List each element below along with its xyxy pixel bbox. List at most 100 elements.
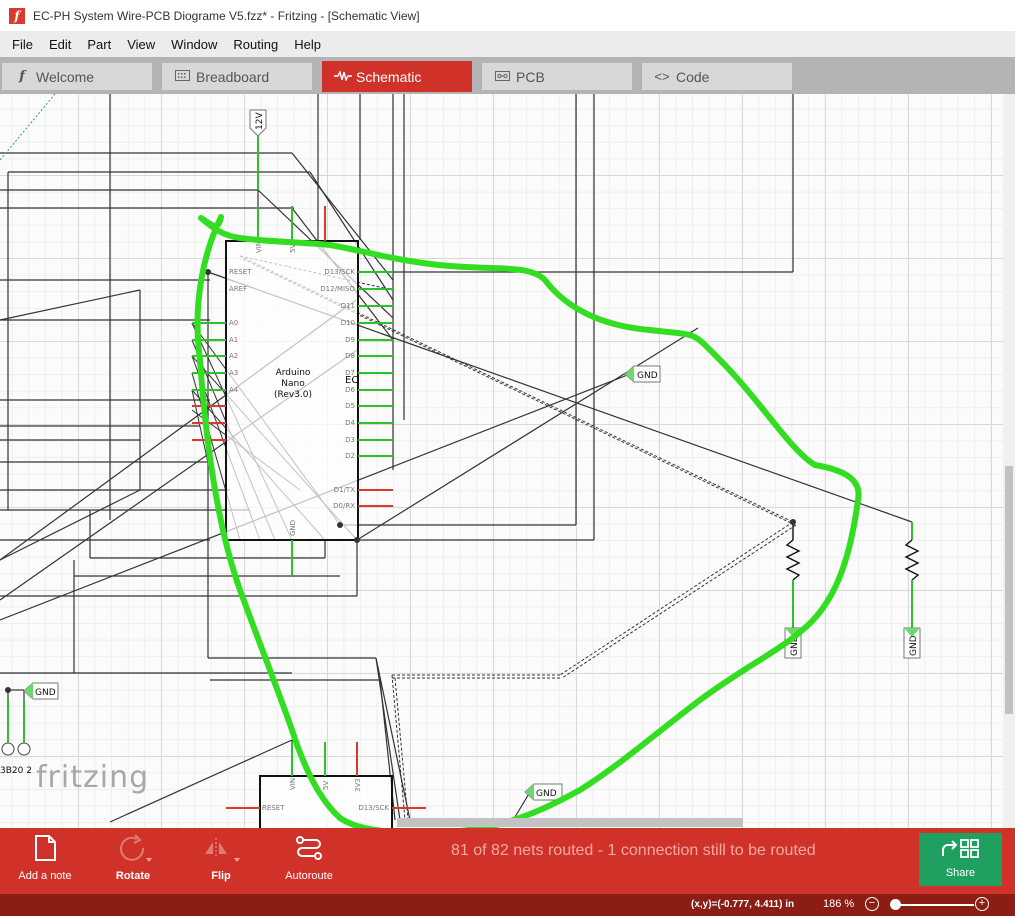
bottom-toolbar: Add a note Rotate Flip Autoroute 81 of 8… xyxy=(0,828,1015,894)
flip-icon xyxy=(186,834,256,866)
pin-label: D0/RX xyxy=(333,502,355,510)
tab-schematic-label: Schematic xyxy=(356,68,422,85)
menu-part[interactable]: Part xyxy=(79,37,119,52)
share-label: Share xyxy=(945,867,976,879)
rotate-button[interactable]: Rotate xyxy=(98,834,168,890)
menu-help[interactable]: Help xyxy=(286,37,329,52)
pin-label: A0 xyxy=(229,319,238,327)
menu-view[interactable]: View xyxy=(119,37,163,52)
resistor-r2[interactable] xyxy=(904,522,920,628)
horizontal-scroll-thumb[interactable] xyxy=(397,818,743,827)
menu-bar: File Edit Part View Window Routing Help xyxy=(0,31,1015,57)
pin-label: D2 xyxy=(345,452,355,460)
flip-button[interactable]: Flip xyxy=(186,834,256,890)
pin-label: 3V3 xyxy=(354,778,362,792)
pin-label: A3 xyxy=(229,369,238,377)
window-title: EC-PH System Wire-PCB Diograme V5.fzz* -… xyxy=(33,8,420,23)
power-label-12v[interactable]: 12V xyxy=(249,109,267,190)
fritzing-watermark: fritzing xyxy=(36,760,150,795)
note-icon xyxy=(10,834,80,866)
tab-schematic[interactable]: Schematic xyxy=(322,61,472,92)
ground-label[interactable]: GND xyxy=(524,783,563,801)
connector-partial[interactable]: 3B20 2 xyxy=(0,700,32,776)
pin-label: D6 xyxy=(345,386,355,394)
pin-label: D8 xyxy=(345,352,355,360)
status-bar: (x,y)=(-0.777, 4.411) in 186 % − + xyxy=(0,894,1015,916)
menu-window[interactable]: Window xyxy=(163,37,225,52)
routing-status: 81 of 82 nets routed - 1 connection stil… xyxy=(451,842,816,859)
pin-label: D9 xyxy=(345,336,355,344)
autoroute-label: Autoroute xyxy=(285,870,333,882)
net-label-text: GND xyxy=(35,688,56,698)
tab-breadboard[interactable]: Breadboard xyxy=(162,63,312,90)
tab-code-label: Code xyxy=(676,68,710,85)
code-brackets-icon: <> xyxy=(654,69,670,84)
flip-label: Flip xyxy=(211,870,231,882)
fritzing-logo-icon: f xyxy=(9,7,25,24)
share-button[interactable]: Share xyxy=(919,833,1002,886)
menu-routing[interactable]: Routing xyxy=(225,37,286,52)
pin-label: D4 xyxy=(345,419,355,427)
vertical-scrollbar[interactable] xyxy=(1003,94,1015,828)
pin-label: D13/SCK xyxy=(324,268,355,276)
resistor-r1[interactable] xyxy=(785,522,801,628)
pin-label: 5V xyxy=(322,781,330,790)
tab-welcome-label: Welcome xyxy=(36,68,95,85)
ground-label[interactable]: GND xyxy=(23,682,59,700)
breadboard-icon xyxy=(174,69,190,84)
schematic-canvas[interactable]: RESET AREF A0 A1 A2 A3 A4 D13/SCK D12/MI… xyxy=(0,94,1003,828)
pin-label: D3 xyxy=(345,436,355,444)
pin-label: AREF xyxy=(229,285,247,293)
schematic-drawing[interactable]: RESET AREF A0 A1 A2 A3 A4 D13/SCK D12/MI… xyxy=(0,94,1003,828)
zoom-out-button[interactable]: − xyxy=(865,897,879,911)
net-label-text: GND xyxy=(637,371,658,381)
pin-label: D10 xyxy=(341,319,355,327)
autoroute-button[interactable]: Autoroute xyxy=(274,834,344,890)
ground-label[interactable]: GND xyxy=(903,627,921,659)
menu-file[interactable]: File xyxy=(4,37,41,52)
cursor-coordinates: (x,y)=(-0.777, 4.411) in xyxy=(691,899,795,910)
tab-breadboard-label: Breadboard xyxy=(196,68,270,85)
wire-network[interactable] xyxy=(0,94,913,823)
zoom-slider[interactable] xyxy=(894,904,974,906)
rotate-label: Rotate xyxy=(115,870,151,882)
view-tab-bar: f Welcome Breadboard Schematic PCB <> Co… xyxy=(0,57,1015,94)
tab-code[interactable]: <> Code xyxy=(642,63,792,90)
menu-edit[interactable]: Edit xyxy=(41,37,79,52)
add-note-button[interactable]: Add a note xyxy=(10,834,80,890)
ground-label[interactable]: GND xyxy=(624,365,661,383)
pin-label: A2 xyxy=(229,352,238,360)
tab-pcb-label: PCB xyxy=(516,68,545,85)
zoom-level: 186 % xyxy=(823,898,855,910)
dotted-wire[interactable] xyxy=(0,94,56,161)
pin-label: A1 xyxy=(229,336,238,344)
part-label: 3B20 2 xyxy=(0,766,32,776)
fritzing-f-icon: f xyxy=(19,69,25,84)
net-label-text: GND xyxy=(909,635,919,656)
share-icon xyxy=(919,833,1002,865)
pin-label: VIN xyxy=(289,778,297,790)
pin-label: RESET xyxy=(229,268,252,276)
part-label-cut: EC xyxy=(345,375,358,386)
zoom-in-button[interactable]: + xyxy=(975,897,989,911)
part-title: (Rev3.0) xyxy=(274,390,312,400)
part-title: Arduino xyxy=(276,368,311,378)
part-title: Nano xyxy=(281,379,305,389)
schematic-wave-icon xyxy=(334,69,352,84)
pin-label: D11 xyxy=(341,302,355,310)
tab-welcome[interactable]: f Welcome xyxy=(2,63,152,90)
pin-label: D12/MISO xyxy=(320,285,355,293)
zoom-slider-handle[interactable] xyxy=(890,899,901,910)
net-label-text: 12V xyxy=(255,112,265,130)
net-label-text: GND xyxy=(536,789,557,799)
pin-label: RESET xyxy=(262,804,285,812)
rotate-icon xyxy=(98,834,168,866)
vertical-scroll-thumb[interactable] xyxy=(1005,466,1013,714)
add-note-label: Add a note xyxy=(18,870,72,882)
title-bar: f EC-PH System Wire-PCB Diograme V5.fzz*… xyxy=(0,0,1015,31)
tab-pcb[interactable]: PCB xyxy=(482,63,632,90)
pin-label: A4 xyxy=(229,386,239,394)
fritzing-window: f EC-PH System Wire-PCB Diograme V5.fzz*… xyxy=(0,0,1015,916)
pcb-icon xyxy=(494,69,510,84)
pin-label: D13/SCK xyxy=(358,804,389,812)
